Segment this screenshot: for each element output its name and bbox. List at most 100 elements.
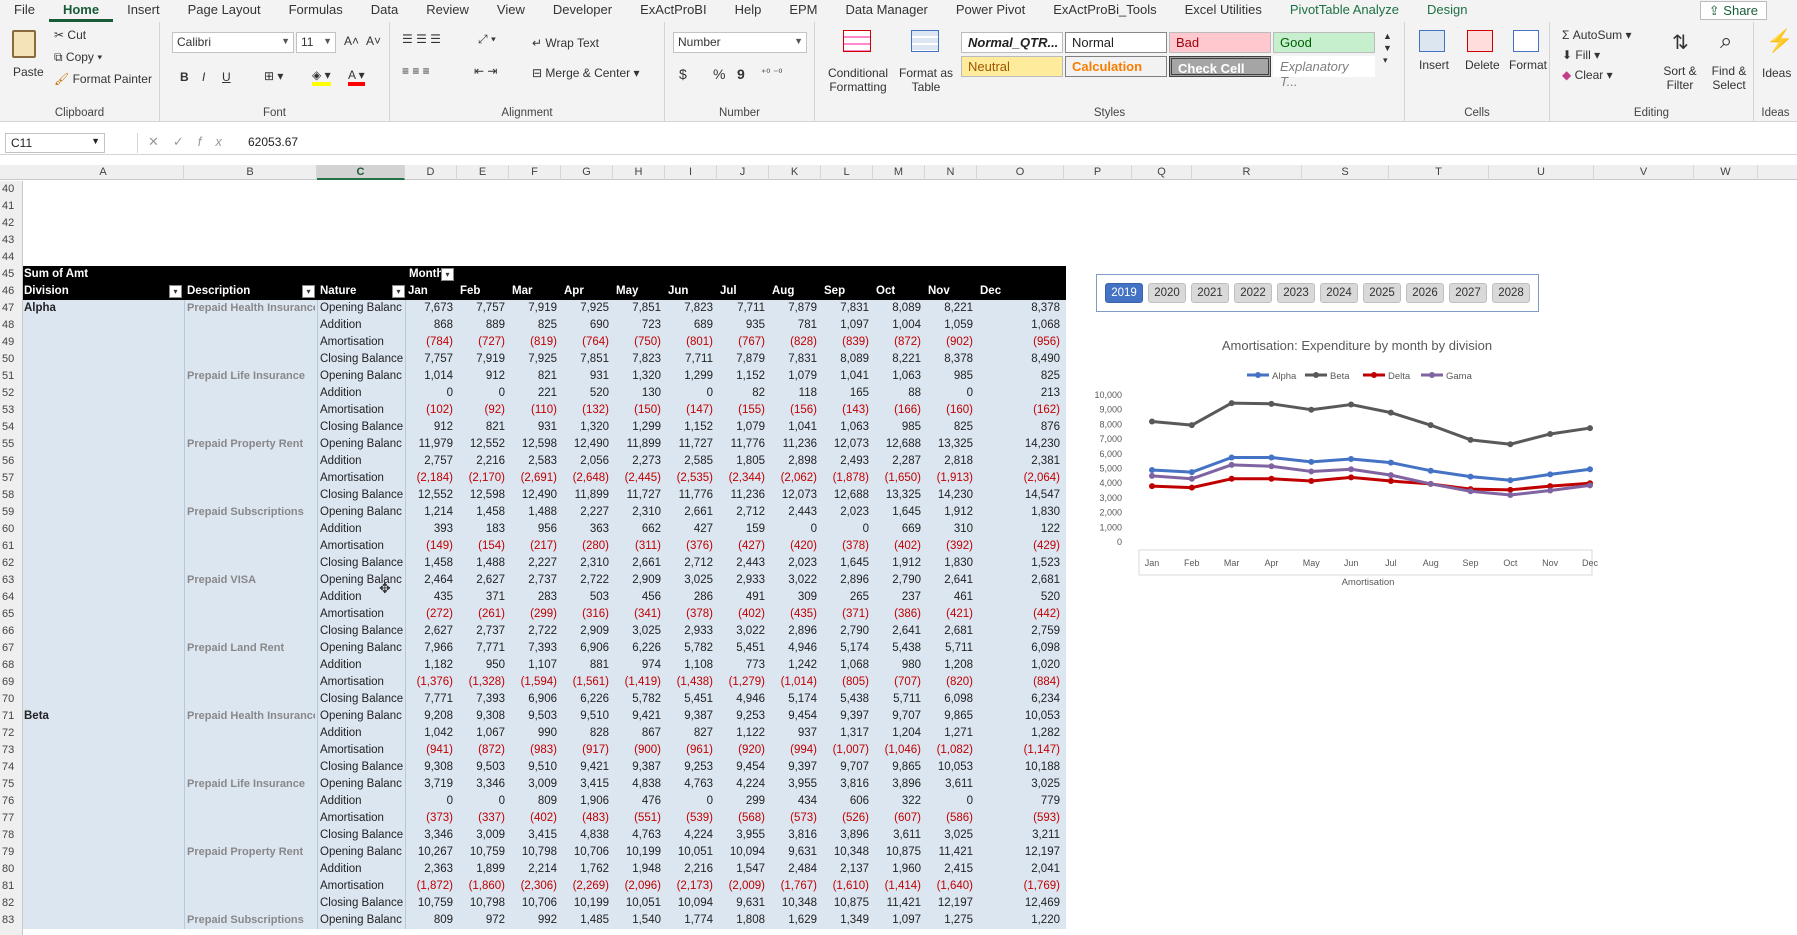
amount-cell[interactable]: 2,896 [821, 572, 873, 589]
amount-cell[interactable]: 10,348 [769, 895, 821, 912]
description-cell[interactable]: Prepaid Land Rent [187, 640, 315, 657]
amount-cell[interactable]: 2,415 [925, 861, 977, 878]
description-cell[interactable] [187, 623, 315, 640]
amount-cell[interactable]: 6,098 [925, 691, 977, 708]
amount-cell[interactable]: 11,979 [405, 436, 457, 453]
amount-cell[interactable]: 3,346 [405, 827, 457, 844]
amount-cell[interactable]: 2,381 [977, 453, 1064, 470]
amount-cell[interactable]: (2,170) [457, 470, 509, 487]
amount-cell[interactable]: 10,199 [561, 895, 613, 912]
amount-cell[interactable]: 9,631 [769, 844, 821, 861]
description-cell[interactable]: Prepaid Property Rent [187, 436, 315, 453]
row-header[interactable]: 58 [0, 487, 23, 504]
description-cell[interactable] [187, 895, 315, 912]
amount-cell[interactable]: 2,627 [457, 572, 509, 589]
amount-cell[interactable]: 12,688 [873, 436, 925, 453]
amount-cell[interactable]: 476 [613, 793, 665, 810]
amount-cell[interactable]: (2,062) [769, 470, 821, 487]
column-header-t[interactable]: T [1389, 165, 1489, 180]
row-header[interactable]: 68 [0, 657, 23, 674]
row-header[interactable]: 83 [0, 912, 23, 929]
description-cell[interactable] [187, 487, 315, 504]
menu-help[interactable]: Help [721, 0, 776, 22]
nature-filter-icon[interactable]: ▾ [392, 285, 405, 298]
amount-cell[interactable]: 7,711 [665, 351, 717, 368]
description-cell[interactable] [187, 793, 315, 810]
amount-cell[interactable]: (1,147) [977, 742, 1064, 759]
slicer-year-button[interactable]: 2019 [1105, 283, 1143, 303]
amount-cell[interactable]: (1,438) [665, 674, 717, 691]
menu-exactprobi-tools[interactable]: ExActProBi_Tools [1039, 0, 1170, 22]
amount-cell[interactable]: 9,308 [405, 759, 457, 776]
amount-cell[interactable]: 937 [769, 725, 821, 742]
nature-cell[interactable]: Addition [320, 725, 404, 742]
amount-cell[interactable]: 2,056 [561, 453, 613, 470]
row-header[interactable]: 42 [0, 215, 23, 232]
nature-cell[interactable]: Amortisation [320, 810, 404, 827]
row-header[interactable]: 71 [0, 708, 23, 725]
style-normal[interactable]: Normal [1065, 32, 1167, 53]
amount-cell[interactable]: 2,933 [665, 623, 717, 640]
amount-cell[interactable]: (402) [509, 810, 561, 827]
share-button[interactable]: ⇪ Share [1699, 1, 1767, 20]
nature-cell[interactable]: Amortisation [320, 878, 404, 895]
row-header[interactable]: 80 [0, 861, 23, 878]
amount-cell[interactable]: 286 [665, 589, 717, 606]
amount-cell[interactable]: (884) [977, 674, 1064, 691]
amount-cell[interactable]: 1,097 [821, 317, 873, 334]
amount-cell[interactable]: (2,691) [509, 470, 561, 487]
nature-cell[interactable]: Addition [320, 317, 404, 334]
row-header[interactable]: 57 [0, 470, 23, 487]
menu-insert[interactable]: Insert [113, 0, 174, 22]
amount-cell[interactable]: 2,216 [457, 453, 509, 470]
division-cell[interactable] [24, 334, 179, 351]
amount-cell[interactable]: (568) [717, 810, 769, 827]
fill-color-icon[interactable]: ◈ ▾ [312, 68, 331, 86]
amount-cell[interactable]: 6,098 [977, 640, 1064, 657]
menu-power-pivot[interactable]: Power Pivot [942, 0, 1039, 22]
description-cell[interactable] [187, 334, 315, 351]
division-cell[interactable] [24, 827, 179, 844]
amount-cell[interactable]: (920) [717, 742, 769, 759]
underline-button[interactable]: U [222, 70, 231, 84]
amount-cell[interactable]: 0 [665, 793, 717, 810]
amount-cell[interactable]: 8,089 [873, 300, 925, 317]
amount-cell[interactable]: 828 [561, 725, 613, 742]
menu-excel-utilities[interactable]: Excel Utilities [1171, 0, 1276, 22]
amount-cell[interactable]: (442) [977, 606, 1064, 623]
amount-cell[interactable]: 779 [977, 793, 1064, 810]
amount-cell[interactable]: 11,421 [873, 895, 925, 912]
amount-cell[interactable]: 2,585 [665, 453, 717, 470]
description-cell[interactable] [187, 861, 315, 878]
amount-cell[interactable]: 461 [925, 589, 977, 606]
amount-cell[interactable]: (316) [561, 606, 613, 623]
amount-cell[interactable]: 5,782 [613, 691, 665, 708]
division-cell[interactable] [24, 589, 179, 606]
amount-cell[interactable]: 9,208 [405, 708, 457, 725]
amount-cell[interactable]: 3,611 [873, 827, 925, 844]
amount-cell[interactable]: 5,174 [769, 691, 821, 708]
description-cell[interactable] [187, 555, 315, 572]
amount-cell[interactable]: 2,137 [821, 861, 873, 878]
amount-cell[interactable]: (154) [457, 538, 509, 555]
clear-button[interactable]: ◆ Clear ▾ [1562, 68, 1613, 82]
row-header[interactable]: 76 [0, 793, 23, 810]
nature-cell[interactable]: Addition [320, 657, 404, 674]
amount-cell[interactable]: (573) [769, 810, 821, 827]
amount-cell[interactable]: (902) [925, 334, 977, 351]
lightning-icon[interactable]: ⚡ [1766, 28, 1793, 54]
division-cell[interactable] [24, 861, 179, 878]
amount-cell[interactable]: 7,925 [561, 300, 613, 317]
division-cell[interactable] [24, 419, 179, 436]
amount-cell[interactable]: 2,641 [873, 623, 925, 640]
column-header-a[interactable]: A [23, 165, 184, 180]
amount-cell[interactable]: (1,419) [613, 674, 665, 691]
amount-cell[interactable]: (420) [769, 538, 821, 555]
amount-cell[interactable]: 11,421 [925, 844, 977, 861]
description-cell[interactable] [187, 453, 315, 470]
amount-cell[interactable]: 434 [769, 793, 821, 810]
amount-cell[interactable]: 1,067 [457, 725, 509, 742]
amount-cell[interactable]: (767) [717, 334, 769, 351]
division-cell[interactable] [24, 793, 179, 810]
amount-cell[interactable]: 1,107 [509, 657, 561, 674]
